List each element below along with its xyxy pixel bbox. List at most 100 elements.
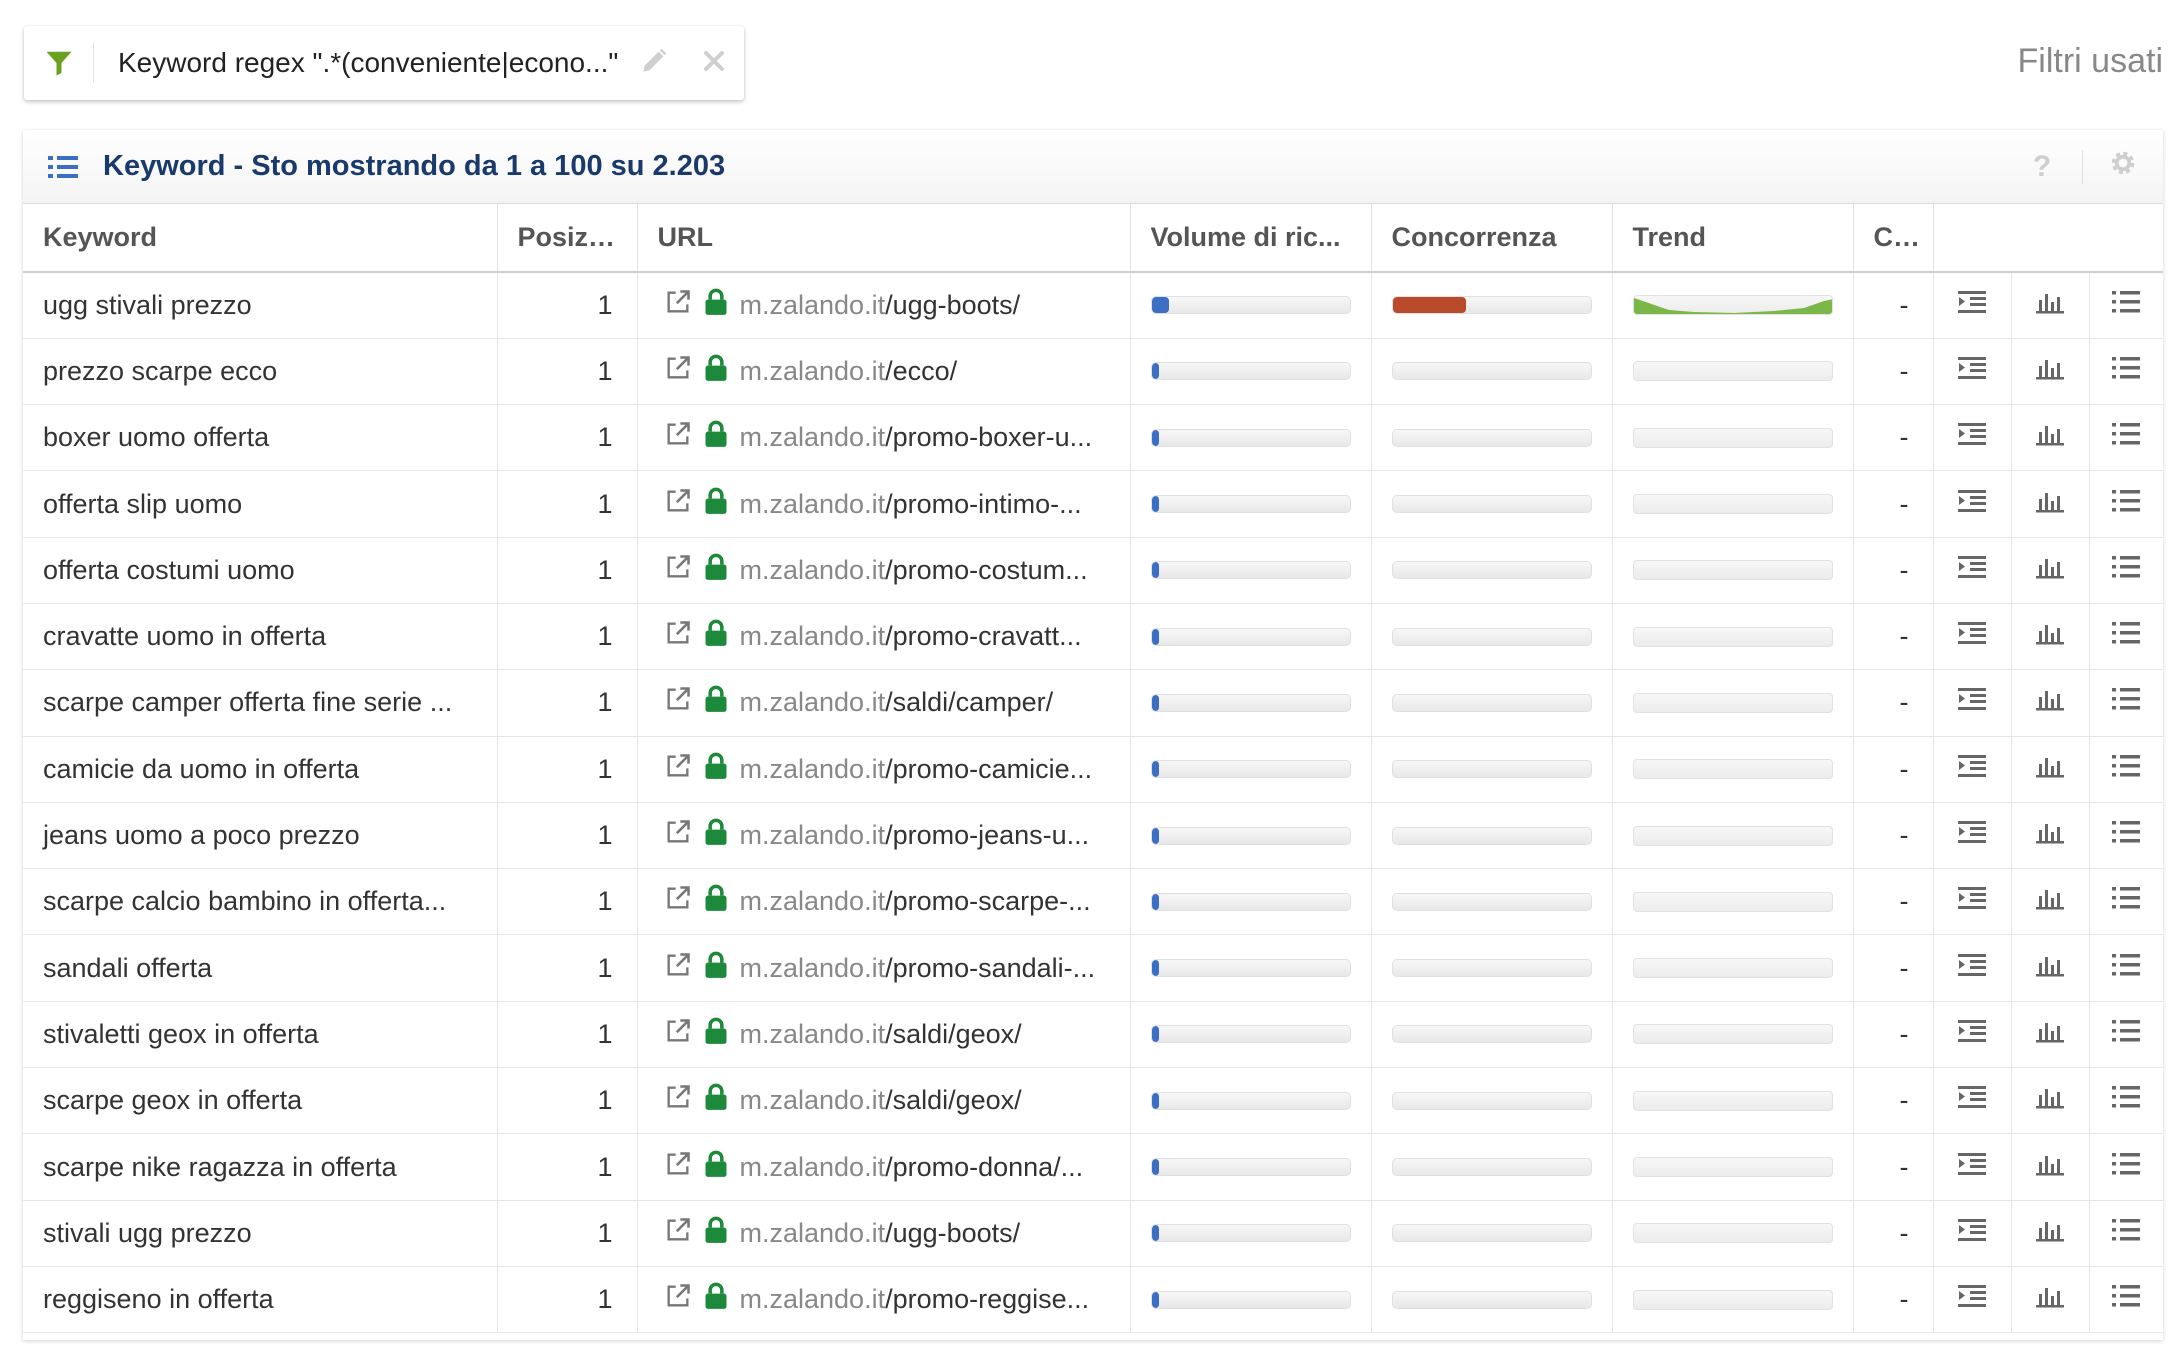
url-link[interactable]: m.zalando.it/promo-reggise... bbox=[740, 1284, 1090, 1315]
row-action-details-button[interactable] bbox=[2089, 1067, 2163, 1135]
keyword-cell[interactable]: jeans uomo a poco prezzo bbox=[23, 802, 498, 870]
row-action-serp-button[interactable] bbox=[1933, 537, 2012, 604]
column-header-search-volume[interactable]: Volume di ric... bbox=[1130, 204, 1372, 273]
external-link-icon[interactable] bbox=[664, 685, 692, 720]
table-row[interactable]: cravatte uomo in offerta 1 m.zalando.it/pr… bbox=[23, 603, 2163, 671]
remove-filter-button[interactable] bbox=[684, 33, 744, 93]
column-header-position[interactable]: Posizi... bbox=[497, 204, 638, 273]
url-link[interactable]: m.zalando.it/promo-boxer-u... bbox=[740, 422, 1093, 453]
table-row[interactable]: reggiseno in offerta 1 m.zalando.it/promo-… bbox=[23, 1266, 2163, 1334]
table-row[interactable]: jeans uomo a poco prezzo 1 m.zalando.it/pr… bbox=[23, 802, 2163, 870]
table-row[interactable]: stivali ugg prezzo 1 m.zalando.it/ugg-boot… bbox=[23, 1200, 2163, 1267]
row-action-serp-button[interactable] bbox=[1933, 470, 2012, 538]
keyword-cell[interactable]: stivali ugg prezzo bbox=[23, 1200, 498, 1267]
row-action-chart-button[interactable] bbox=[2011, 470, 2090, 538]
keyword-cell[interactable]: sandali offerta bbox=[23, 934, 498, 1002]
row-action-details-button[interactable] bbox=[2089, 1200, 2163, 1267]
external-link-icon[interactable] bbox=[664, 1282, 692, 1317]
row-action-details-button[interactable] bbox=[2089, 404, 2163, 472]
url-link[interactable]: m.zalando.it/ugg-boots/ bbox=[740, 1218, 1021, 1249]
row-action-serp-button[interactable] bbox=[1933, 272, 2012, 339]
row-action-chart-button[interactable] bbox=[2011, 736, 2090, 803]
row-action-details-button[interactable] bbox=[2089, 669, 2163, 737]
external-link-icon[interactable] bbox=[664, 818, 692, 853]
external-link-icon[interactable] bbox=[664, 420, 692, 455]
url-link[interactable]: m.zalando.it/saldi/camper/ bbox=[740, 687, 1054, 718]
settings-button[interactable] bbox=[2083, 130, 2163, 204]
external-link-icon[interactable] bbox=[664, 553, 692, 588]
column-header-c[interactable]: C... bbox=[1853, 204, 1934, 273]
row-action-serp-button[interactable] bbox=[1933, 1200, 2012, 1267]
row-action-serp-button[interactable] bbox=[1933, 603, 2012, 671]
row-action-details-button[interactable] bbox=[2089, 537, 2163, 604]
row-action-serp-button[interactable] bbox=[1933, 802, 2012, 870]
row-action-chart-button[interactable] bbox=[2011, 1200, 2090, 1267]
url-link[interactable]: m.zalando.it/saldi/geox/ bbox=[740, 1085, 1022, 1116]
table-row[interactable]: boxer uomo offerta 1 m.zalando.it/promo-bo… bbox=[23, 404, 2163, 472]
external-link-icon[interactable] bbox=[664, 884, 692, 919]
keyword-cell[interactable]: prezzo scarpe ecco bbox=[23, 338, 498, 406]
external-link-icon[interactable] bbox=[664, 1017, 692, 1052]
row-action-chart-button[interactable] bbox=[2011, 1001, 2090, 1069]
table-row[interactable]: ugg stivali prezzo 1 m.zalando.it/ugg-boot… bbox=[23, 272, 2163, 339]
url-link[interactable]: m.zalando.it/saldi/geox/ bbox=[740, 1019, 1022, 1050]
external-link-icon[interactable] bbox=[664, 951, 692, 986]
url-link[interactable]: m.zalando.it/promo-camicie... bbox=[740, 754, 1093, 785]
active-filter-chip[interactable]: Keyword regex ".*(conveniente|econo..." bbox=[24, 26, 744, 100]
keyword-cell[interactable]: offerta costumi uomo bbox=[23, 537, 498, 604]
row-action-chart-button[interactable] bbox=[2011, 1133, 2090, 1201]
row-action-chart-button[interactable] bbox=[2011, 1067, 2090, 1135]
keyword-cell[interactable]: ugg stivali prezzo bbox=[23, 272, 498, 339]
url-link[interactable]: m.zalando.it/ecco/ bbox=[740, 356, 958, 387]
row-action-details-button[interactable] bbox=[2089, 736, 2163, 803]
column-header-trend[interactable]: Trend bbox=[1612, 204, 1854, 273]
row-action-chart-button[interactable] bbox=[2011, 868, 2090, 936]
row-action-chart-button[interactable] bbox=[2011, 537, 2090, 604]
keyword-cell[interactable]: stivaletti geox in offerta bbox=[23, 1001, 498, 1069]
row-action-chart-button[interactable] bbox=[2011, 338, 2090, 406]
row-action-chart-button[interactable] bbox=[2011, 934, 2090, 1002]
row-action-chart-button[interactable] bbox=[2011, 802, 2090, 870]
row-action-serp-button[interactable] bbox=[1933, 1266, 2012, 1334]
row-action-serp-button[interactable] bbox=[1933, 868, 2012, 936]
table-row[interactable]: camicie da uomo in offerta 1 m.zalando.it/… bbox=[23, 736, 2163, 803]
external-link-icon[interactable] bbox=[664, 619, 692, 654]
row-action-details-button[interactable] bbox=[2089, 338, 2163, 406]
table-row[interactable]: offerta slip uomo 1 m.zalando.it/promo-int… bbox=[23, 470, 2163, 538]
external-link-icon[interactable] bbox=[664, 1150, 692, 1185]
table-row[interactable]: sandali offerta 1 m.zalando.it/promo-sanda… bbox=[23, 934, 2163, 1002]
row-action-serp-button[interactable] bbox=[1933, 736, 2012, 803]
table-row[interactable]: prezzo scarpe ecco 1 m.zalando.it/ecco/ - bbox=[23, 338, 2163, 406]
row-action-serp-button[interactable] bbox=[1933, 669, 2012, 737]
keyword-cell[interactable]: scarpe nike ragazza in offerta bbox=[23, 1133, 498, 1201]
external-link-icon[interactable] bbox=[664, 1083, 692, 1118]
column-header-url[interactable]: URL bbox=[637, 204, 1131, 273]
table-row[interactable]: scarpe nike ragazza in offerta 1 m.zalando… bbox=[23, 1133, 2163, 1201]
table-row[interactable]: scarpe camper offerta fine serie ... 1 m.z… bbox=[23, 669, 2163, 737]
row-action-details-button[interactable] bbox=[2089, 934, 2163, 1002]
row-action-chart-button[interactable] bbox=[2011, 1266, 2090, 1334]
url-link[interactable]: m.zalando.it/promo-scarpe-... bbox=[740, 886, 1091, 917]
external-link-icon[interactable] bbox=[664, 288, 692, 323]
row-action-details-button[interactable] bbox=[2089, 272, 2163, 339]
row-action-chart-button[interactable] bbox=[2011, 603, 2090, 671]
row-action-serp-button[interactable] bbox=[1933, 934, 2012, 1002]
row-action-details-button[interactable] bbox=[2089, 1266, 2163, 1334]
table-row[interactable]: offerta costumi uomo 1 m.zalando.it/promo-… bbox=[23, 537, 2163, 604]
external-link-icon[interactable] bbox=[664, 752, 692, 787]
row-action-serp-button[interactable] bbox=[1933, 1133, 2012, 1201]
column-header-competition[interactable]: Concorrenza bbox=[1371, 204, 1613, 273]
keyword-cell[interactable]: scarpe calcio bambino in offerta... bbox=[23, 868, 498, 936]
url-link[interactable]: m.zalando.it/promo-jeans-u... bbox=[740, 820, 1090, 851]
url-link[interactable]: m.zalando.it/promo-intimo-... bbox=[740, 489, 1082, 520]
url-link[interactable]: m.zalando.it/ugg-boots/ bbox=[740, 290, 1021, 321]
column-header-keyword[interactable]: Keyword bbox=[23, 204, 498, 273]
table-row[interactable]: scarpe calcio bambino in offerta... 1 m.za… bbox=[23, 868, 2163, 936]
row-action-details-button[interactable] bbox=[2089, 603, 2163, 671]
external-link-icon[interactable] bbox=[664, 487, 692, 522]
row-action-serp-button[interactable] bbox=[1933, 1001, 2012, 1069]
row-action-details-button[interactable] bbox=[2089, 470, 2163, 538]
keyword-cell[interactable]: scarpe geox in offerta bbox=[23, 1067, 498, 1135]
row-action-chart-button[interactable] bbox=[2011, 669, 2090, 737]
row-action-serp-button[interactable] bbox=[1933, 1067, 2012, 1135]
